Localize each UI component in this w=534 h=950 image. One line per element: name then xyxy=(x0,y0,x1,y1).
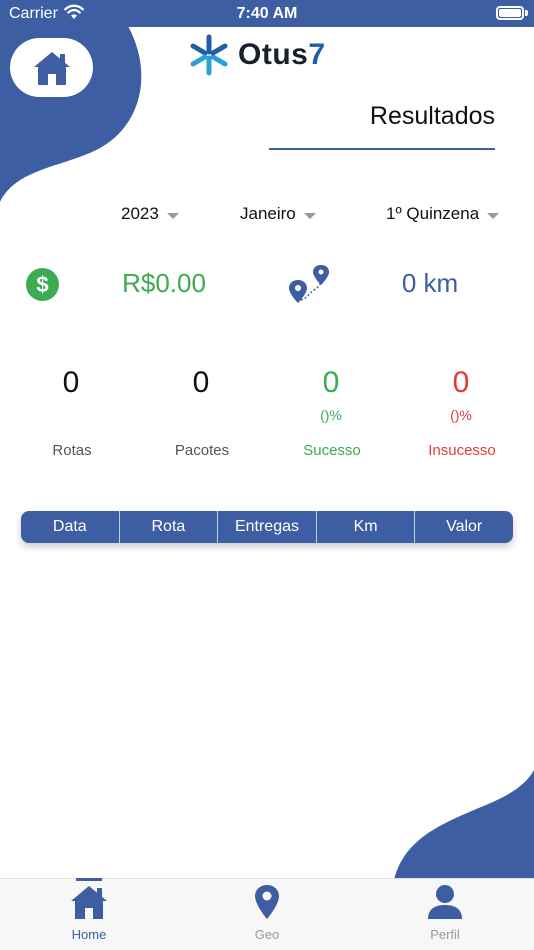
battery-tip xyxy=(525,10,528,16)
column-header-valor[interactable]: Valor xyxy=(415,511,513,543)
tab-geo-label: Geo xyxy=(254,927,280,942)
packages-count: 0 xyxy=(192,366,210,399)
route-icon xyxy=(289,265,329,303)
column-header-data[interactable]: Data xyxy=(21,511,120,543)
success-count: 0 xyxy=(322,366,340,399)
logo-mark-icon xyxy=(190,34,228,76)
failure-percent: ()% xyxy=(450,407,472,423)
logo-text: Otus7 xyxy=(238,38,326,71)
total-value: R$0.00 xyxy=(122,268,206,298)
tab-perfil-label: Perfil xyxy=(430,927,460,942)
success-percent: ()% xyxy=(320,407,342,423)
page-title: Resultados xyxy=(369,102,495,130)
map-pin-icon xyxy=(255,885,279,919)
success-label: Sucesso xyxy=(303,442,361,459)
tab-home-label: Home xyxy=(71,927,107,942)
tab-perfil[interactable]: Perfil xyxy=(395,884,495,942)
money-icon: $ xyxy=(26,268,59,301)
routes-count: 0 xyxy=(62,366,80,399)
column-header-km[interactable]: Km xyxy=(317,511,416,543)
failure-count: 0 xyxy=(452,366,470,399)
active-tab-indicator xyxy=(76,878,102,881)
home-icon xyxy=(71,886,107,919)
tab-home[interactable]: Home xyxy=(39,884,139,942)
year-dropdown[interactable]: 2023 xyxy=(121,204,179,224)
month-dropdown-value: Janeiro xyxy=(240,204,296,223)
period-dropdown-value: 1º Quinzena xyxy=(386,204,480,223)
failure-label: Insucesso xyxy=(428,442,496,459)
column-header-entregas[interactable]: Entregas xyxy=(218,511,317,543)
routes-label: Rotas xyxy=(52,442,92,459)
tab-geo[interactable]: Geo xyxy=(217,884,317,942)
status-bar: Carrier 7:40 AM xyxy=(0,0,534,27)
period-dropdown[interactable]: 1º Quinzena xyxy=(386,204,500,224)
title-underline xyxy=(269,148,495,150)
chevron-down-icon xyxy=(487,212,500,219)
footer-wave-decoration xyxy=(394,770,534,880)
app-logo: Otus7 xyxy=(188,34,326,76)
person-icon xyxy=(428,885,462,919)
home-button[interactable] xyxy=(10,38,93,97)
battery-icon xyxy=(496,6,524,20)
column-header-rota[interactable]: Rota xyxy=(120,511,219,543)
year-dropdown-value: 2023 xyxy=(121,204,159,223)
chevron-down-icon xyxy=(303,212,316,219)
home-icon xyxy=(33,51,70,85)
status-time: 7:40 AM xyxy=(236,5,298,22)
month-dropdown[interactable]: Janeiro xyxy=(240,204,316,224)
packages-label: Pacotes xyxy=(174,442,230,459)
total-distance: 0 km xyxy=(401,268,459,298)
results-table-header: Data Rota Entregas Km Valor xyxy=(21,511,513,543)
chevron-down-icon xyxy=(166,212,179,219)
